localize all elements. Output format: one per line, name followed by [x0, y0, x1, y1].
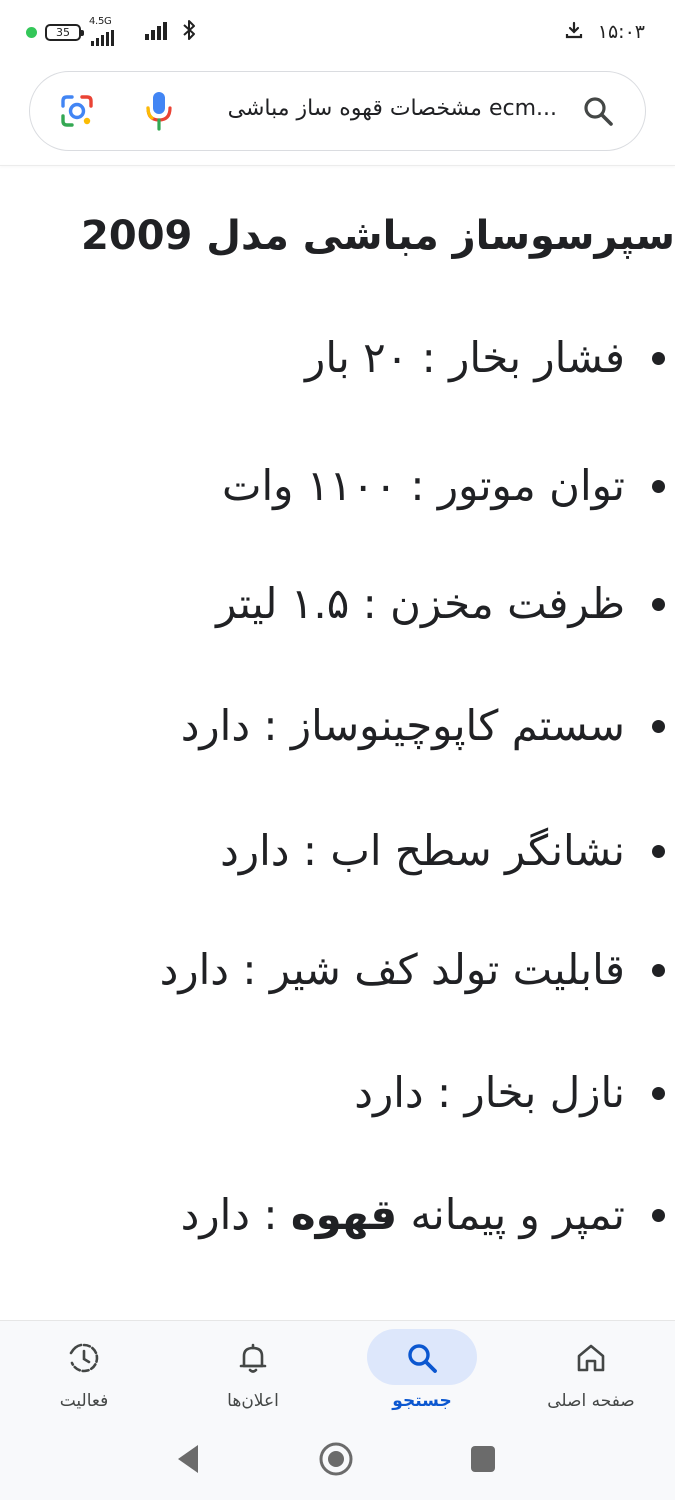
download-icon [564, 20, 584, 44]
list-item: نشانگر سطح اب : دارد [0, 819, 675, 883]
nav-item-notifications[interactable]: اعلان‌ها [169, 1321, 337, 1425]
spec-text-part: تمپر و پیمانه [397, 1190, 625, 1239]
list-item: توان موتور : ۱۱۰۰ وات [0, 454, 675, 518]
list-item: ظرفت مخزن : ۱.۵ لیتر [0, 572, 675, 636]
list-item: تمپر و پیمانه قهوه : دارد [0, 1183, 675, 1247]
clock: ۱۵:۰۳ [597, 21, 645, 43]
spec-text-bold: قهوه [290, 1190, 398, 1239]
spec-text: نشانگر سطح اب : دارد [220, 826, 625, 875]
privacy-indicator-dot [26, 26, 37, 38]
activity-icon[interactable] [67, 1341, 101, 1375]
bottom-navigation: صفحه اصلی جستجو اعلان‌ها [0, 1320, 675, 1424]
network-type: 4.5G [89, 16, 112, 27]
bullet-icon [652, 480, 665, 493]
bullet-icon [652, 720, 665, 733]
system-navigation-bar [0, 1424, 675, 1500]
mic-icon[interactable] [144, 90, 174, 132]
list-item: قابلیت تولد کف شیر : دارد [0, 938, 675, 1002]
recents-icon[interactable] [469, 1444, 497, 1478]
search-icon[interactable] [581, 94, 615, 128]
bullet-icon [652, 964, 665, 977]
signal-icon [143, 20, 173, 44]
signal-icon: 4.5G [89, 16, 135, 46]
spec-text: فشار بخار : ۲۰ بار [305, 333, 625, 382]
nav-item-home[interactable]: صفحه اصلی [507, 1321, 675, 1425]
spec-text: قابلیت تولد کف شیر : دارد [159, 945, 625, 994]
list-item: فشار بخار : ۲۰ بار [0, 326, 675, 390]
home-circle-icon[interactable] [317, 1440, 355, 1482]
google-lens-icon[interactable] [58, 92, 96, 130]
bullet-icon [652, 1209, 665, 1222]
nav-label-notifications: اعلان‌ها [227, 1391, 279, 1411]
nav-label-search: جستجو [392, 1391, 452, 1411]
nav-item-search[interactable]: جستجو [338, 1321, 506, 1425]
spec-text: ظرفت مخزن : ۱.۵ لیتر [216, 579, 625, 628]
search-query[interactable]: مشخصات قهوه ساز مباشی ecm... [197, 96, 557, 121]
spec-text: سستم کاپوچینوساز : دارد [180, 701, 625, 750]
search-bar[interactable]: مشخصات قهوه ساز مباشی ecm... [29, 71, 646, 151]
nav-item-activity[interactable]: فعالیت [0, 1321, 168, 1425]
search-icon[interactable] [405, 1341, 439, 1375]
status-bar: 35 4.5G ۱۵:۰۳ [0, 0, 675, 64]
spec-text-part: : دارد [180, 1190, 291, 1239]
bluetooth-icon [181, 18, 197, 46]
battery-icon: 35 [45, 23, 84, 41]
bullet-icon [652, 598, 665, 611]
page-title: سپرسوساز مباشی مدل 2009 [81, 213, 675, 259]
spec-text: توان موتور : ۱۱۰۰ وات [221, 461, 625, 510]
spec-text: نازل بخار : دارد [354, 1068, 625, 1117]
battery-level: 35 [56, 25, 70, 39]
nav-label-home: صفحه اصلی [547, 1391, 635, 1411]
spec-text: تمپر و پیمانه قهوه : دارد [181, 1183, 625, 1247]
bullet-icon [652, 352, 665, 365]
nav-label-activity: فعالیت [59, 1391, 109, 1411]
bullet-icon [652, 1087, 665, 1100]
list-item: نازل بخار : دارد [0, 1061, 675, 1125]
list-item: سستم کاپوچینوساز : دارد [0, 694, 675, 758]
search-result-content: سپرسوساز مباشی مدل 2009 فشار بخار : ۲۰ ب… [0, 166, 675, 1320]
back-icon[interactable] [174, 1442, 202, 1480]
bullet-icon [652, 845, 665, 858]
bell-icon[interactable] [236, 1341, 270, 1375]
home-icon[interactable] [574, 1341, 608, 1375]
